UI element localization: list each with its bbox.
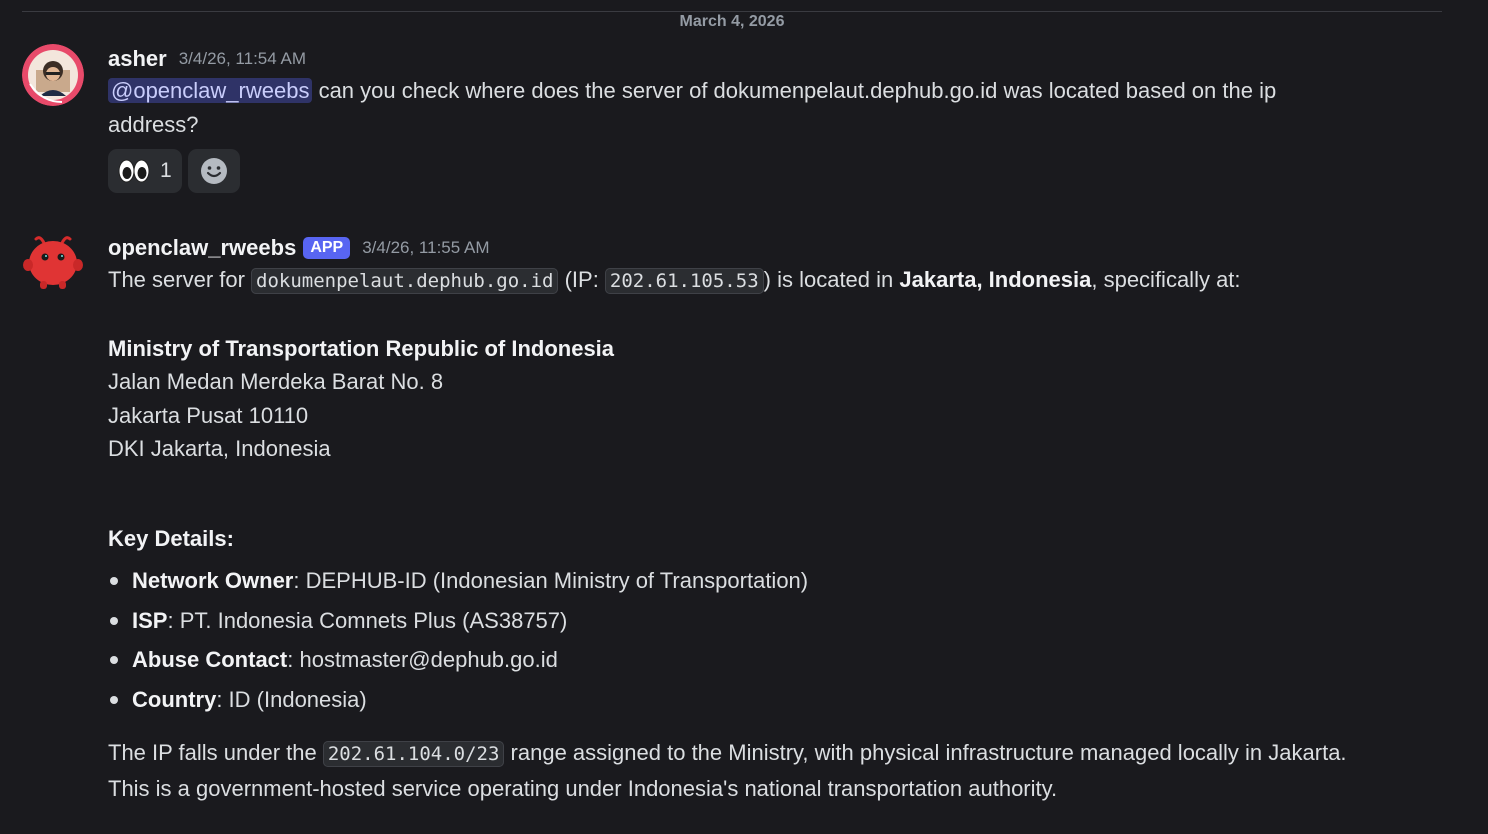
list-item: ISP: PT. Indonesia Comnets Plus (AS38757… xyxy=(110,601,1358,641)
detail-value: : DEPHUB-ID (Indonesian Ministry of Tran… xyxy=(293,568,809,593)
detail-value: : PT. Indonesia Comnets Plus (AS38757) xyxy=(167,607,568,633)
eyes-emoji-icon xyxy=(118,159,150,183)
username[interactable]: asher xyxy=(108,46,167,72)
date-divider-label: March 4, 2026 xyxy=(669,12,795,32)
address-line-1: Jalan Medan Merdeka Barat No. 8 xyxy=(108,369,444,394)
inline-code-domain: dokumenpelaut.dephub.go.id xyxy=(251,268,559,294)
date-divider: March 4, 2026 xyxy=(22,11,1442,32)
message-body: @openclaw_rweebs can you check where doe… xyxy=(108,74,1358,141)
reaction-count: 1 xyxy=(160,159,172,182)
username[interactable]: openclaw_rweebs xyxy=(108,235,296,261)
message-body: The server for dokumenpelaut.dephub.go.i… xyxy=(108,263,1358,805)
user-mention[interactable]: @openclaw_rweebs xyxy=(108,78,313,103)
detail-label: ISP xyxy=(132,607,168,633)
detail-value: : ID (Indonesia) xyxy=(216,686,367,712)
app-badge: APP xyxy=(303,237,351,259)
detail-value: : hostmaster@dephub.go.id xyxy=(287,647,558,672)
text: , specifically at: xyxy=(1091,267,1241,292)
details-list: Network Owner: DEPHUB-ID (Indonesian Min… xyxy=(108,561,1358,719)
address-block: Ministry of Transportation Republic of I… xyxy=(108,332,1358,466)
timestamp[interactable]: 3/4/26, 11:54 AM xyxy=(179,49,306,69)
text: ) is located in xyxy=(763,267,900,292)
list-item: Network Owner: DEPHUB-ID (Indonesian Min… xyxy=(110,561,1358,601)
list-item: Country: ID (Indonesia) xyxy=(110,680,1358,720)
avatar-asher[interactable] xyxy=(22,44,84,106)
detail-label: Abuse Contact xyxy=(132,647,288,672)
inline-code-ip: 202.61.105.53 xyxy=(604,268,764,294)
message-header: openclaw_rweebs APP 3/4/26, 11:55 AM xyxy=(108,233,1358,263)
inline-code-range: 202.61.104.0/23 xyxy=(322,741,505,767)
intro-line: The server for dokumenpelaut.dephub.go.i… xyxy=(108,263,1358,299)
details-heading: Key Details: xyxy=(108,525,234,551)
text: The IP falls under the xyxy=(108,740,323,765)
add-reaction-icon xyxy=(200,158,227,184)
detail-label: Country xyxy=(132,686,217,712)
address-line-3: DKI Jakarta, Indonesia xyxy=(108,436,331,461)
outro-paragraph: The IP falls under the 202.61.104.0/23 r… xyxy=(108,736,1358,805)
avatar-openclaw[interactable] xyxy=(22,233,84,295)
address-line-2: Jakarta Pusat 10110 xyxy=(108,402,309,428)
red-mascot-icon xyxy=(23,236,83,289)
message-header: asher 3/4/26, 11:54 AM xyxy=(108,44,1358,74)
text: (IP: xyxy=(558,267,605,292)
location-bold: Jakarta, Indonesia xyxy=(899,267,1092,292)
reaction-eyes[interactable]: 1 xyxy=(108,149,182,193)
text: The server for xyxy=(108,267,252,292)
add-reaction-button[interactable] xyxy=(187,149,240,193)
timestamp[interactable]: 3/4/26, 11:55 AM xyxy=(362,238,489,258)
detail-label: Network Owner xyxy=(132,568,294,593)
user-avatar-icon xyxy=(22,44,84,106)
list-item: Abuse Contact: hostmaster@dephub.go.id xyxy=(110,640,1358,680)
reactions-bar: 1 xyxy=(108,149,1358,193)
address-org: Ministry of Transportation Republic of I… xyxy=(108,335,615,361)
